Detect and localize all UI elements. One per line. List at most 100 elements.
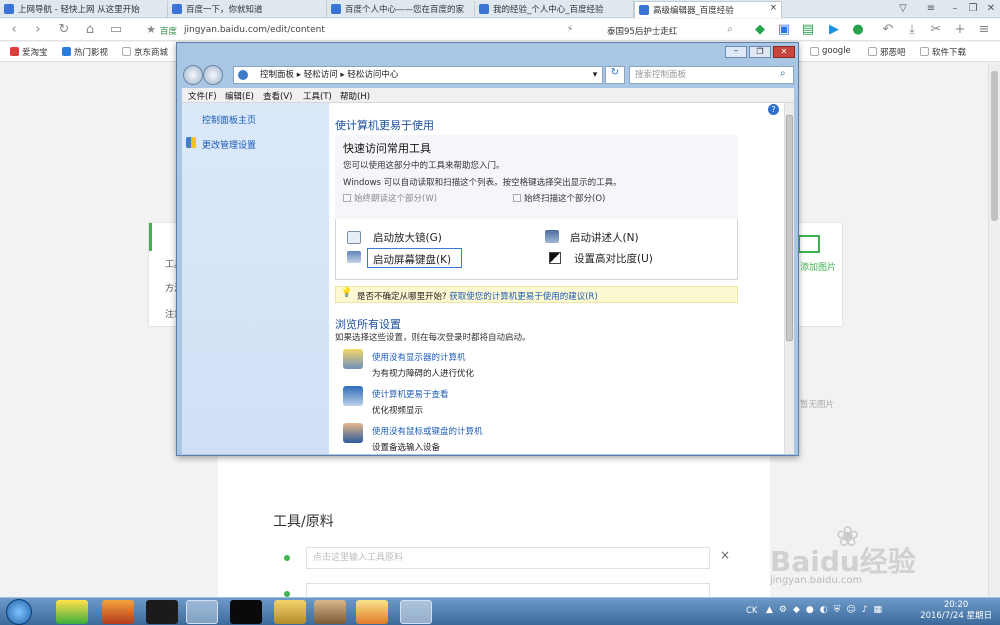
- clock[interactable]: 20:20 2016/7/24 星期日: [920, 600, 992, 622]
- menu-view[interactable]: 查看(V): [263, 90, 292, 102]
- magnifier-link[interactable]: 启动放大镜(G): [373, 230, 442, 245]
- game-icon[interactable]: ◆: [752, 22, 768, 38]
- ime-indicator[interactable]: CK: [746, 606, 758, 616]
- menu-edit[interactable]: 编辑(E): [225, 90, 254, 102]
- bookmark-video[interactable]: 热门影视: [62, 46, 108, 58]
- scan-checkbox[interactable]: [513, 194, 521, 202]
- app-icon[interactable]: [356, 600, 388, 624]
- forward-button[interactable]: [203, 65, 223, 85]
- maximize-button[interactable]: ❐: [749, 46, 771, 58]
- control-panel-home-link[interactable]: 控制面板主页: [202, 113, 256, 126]
- crumb-item[interactable]: 轻松访问: [304, 70, 338, 80]
- narrator-link[interactable]: 启动讲述人(N): [570, 230, 639, 245]
- help-icon[interactable]: ?: [768, 104, 779, 115]
- volume-icon[interactable]: ♪: [862, 605, 868, 619]
- download-icon[interactable]: ⤓: [904, 22, 920, 38]
- start-button[interactable]: [6, 599, 32, 625]
- bookmark-google[interactable]: google: [810, 46, 851, 56]
- scroll-thumb[interactable]: [786, 115, 793, 341]
- close-icon[interactable]: ✕: [984, 2, 998, 15]
- play-icon[interactable]: ▶: [826, 22, 842, 38]
- folder-icon[interactable]: [274, 600, 306, 624]
- browser-icon[interactable]: [186, 600, 218, 624]
- menu-file[interactable]: 文件(F): [188, 90, 217, 102]
- skin-icon[interactable]: ▽: [896, 2, 910, 15]
- tray-icon[interactable]: ▲: [766, 605, 773, 619]
- app-icon[interactable]: [314, 600, 346, 624]
- search-icon[interactable]: ⌕: [780, 68, 786, 79]
- dropdown-icon[interactable]: ▾: [587, 66, 603, 84]
- control-panel-icon[interactable]: [400, 600, 432, 624]
- bookmark-taobao[interactable]: 爱淘宝: [10, 46, 48, 58]
- tab-personal[interactable]: 百度个人中心——您在百度的家: [327, 1, 475, 18]
- ease-of-access-window: – ❐ ✕ 控制面板 ▸ 轻松访问 ▸ 轻松访问中心 ▾ ↻ 搜索控制面板 ⌕ …: [176, 42, 799, 456]
- note-icon[interactable]: ▣: [776, 22, 792, 38]
- menu-tools[interactable]: 工具(T): [303, 90, 332, 102]
- more-icon[interactable]: ≡: [976, 22, 992, 38]
- close-button[interactable]: ✕: [773, 46, 795, 58]
- add-image-button[interactable]: 添加图片: [800, 260, 836, 273]
- add-image-icon[interactable]: [798, 235, 820, 253]
- search-icon[interactable]: ⌕: [722, 22, 738, 38]
- refresh-icon[interactable]: ↻: [605, 66, 625, 84]
- reading-icon[interactable]: ▭: [108, 22, 124, 38]
- cut-icon[interactable]: ✂: [928, 22, 944, 38]
- crumb-item[interactable]: 轻松访问中心: [347, 70, 398, 80]
- read-checkbox-label: 始终朗读这个部分(W): [354, 194, 438, 204]
- bus-icon[interactable]: ▤: [800, 22, 816, 38]
- menu-help[interactable]: 帮助(H): [340, 90, 370, 102]
- bookmark-software[interactable]: 软件下载: [920, 46, 966, 58]
- on-screen-keyboard-link[interactable]: 启动屏幕键盘(K): [367, 248, 462, 268]
- app-icon[interactable]: [56, 600, 88, 624]
- star-icon[interactable]: ★: [143, 22, 159, 38]
- dialog-scrollbar[interactable]: [784, 103, 794, 454]
- undo-icon[interactable]: ↶: [880, 22, 896, 38]
- search-field[interactable]: 搜索控制面板: [629, 66, 794, 84]
- easier-to-see-link[interactable]: 使计算机更易于查看: [372, 388, 449, 400]
- tool-input[interactable]: 点击这里输入工具原料: [306, 547, 710, 569]
- bookmark-jd[interactable]: 京东商城: [122, 46, 168, 58]
- tab-baidu[interactable]: 百度一下，你就知道: [168, 1, 327, 18]
- network-icon[interactable]: ▦: [874, 605, 883, 619]
- crumb-item[interactable]: 控制面板: [260, 70, 294, 80]
- minimize-button[interactable]: –: [725, 46, 747, 58]
- search-input[interactable]: 泰国95后护士走红: [607, 25, 677, 37]
- tray-icon[interactable]: ⚙: [779, 605, 787, 619]
- wechat-icon[interactable]: ●: [850, 22, 866, 38]
- tray-icon[interactable]: ☺: [846, 605, 855, 619]
- tray-icon[interactable]: ◆: [793, 605, 800, 619]
- recommendations-link[interactable]: 获取使您的计算机更易于使用的建议(R): [449, 292, 598, 302]
- tab-jingyan[interactable]: 我的经验_个人中心_百度经验: [475, 1, 634, 18]
- game-icon[interactable]: [102, 600, 134, 624]
- tab-nav[interactable]: 上网导航 - 轻快上网 从这里开始: [0, 1, 168, 18]
- no-mouse-keyboard-link[interactable]: 使用没有鼠标或键盘的计算机: [372, 425, 483, 437]
- high-contrast-link[interactable]: 设置高对比度(U): [574, 251, 653, 266]
- shield-icon[interactable]: ⛨: [834, 605, 841, 619]
- home-icon[interactable]: ⌂: [82, 22, 98, 38]
- remove-icon[interactable]: ×: [720, 548, 730, 562]
- back-button[interactable]: [183, 65, 203, 85]
- nvidia-icon[interactable]: [230, 600, 262, 624]
- plus-icon[interactable]: +: [952, 22, 968, 38]
- tab-close-icon[interactable]: ×: [770, 3, 777, 13]
- flash-icon[interactable]: ⚡: [562, 22, 578, 38]
- read-checkbox[interactable]: [343, 194, 351, 202]
- tray-icon[interactable]: ◐: [820, 605, 828, 619]
- shield-icon: [186, 137, 196, 148]
- menu-icon[interactable]: ≡: [924, 2, 938, 15]
- no-display-link[interactable]: 使用没有显示器的计算机: [372, 351, 466, 363]
- maximize-icon[interactable]: ❐: [966, 2, 980, 15]
- page-scrollbar[interactable]: [988, 63, 1000, 597]
- forward-icon[interactable]: ›: [30, 22, 46, 38]
- keyboard-icon: [347, 251, 361, 263]
- tray-icon[interactable]: ●: [806, 605, 814, 619]
- back-icon[interactable]: ‹: [6, 22, 22, 38]
- bookmark-xieeba[interactable]: 邪恶吧: [868, 46, 906, 58]
- tool-input[interactable]: [306, 583, 710, 597]
- breadcrumb[interactable]: 控制面板 ▸ 轻松访问 ▸ 轻松访问中心: [233, 66, 603, 84]
- tab-editor[interactable]: 高级编辑器_百度经验 ×: [634, 1, 782, 18]
- minimize-icon[interactable]: –: [948, 2, 962, 15]
- game-icon[interactable]: [146, 600, 178, 624]
- admin-settings-link[interactable]: 更改管理设置: [202, 138, 256, 151]
- refresh-icon[interactable]: ↻: [56, 22, 72, 38]
